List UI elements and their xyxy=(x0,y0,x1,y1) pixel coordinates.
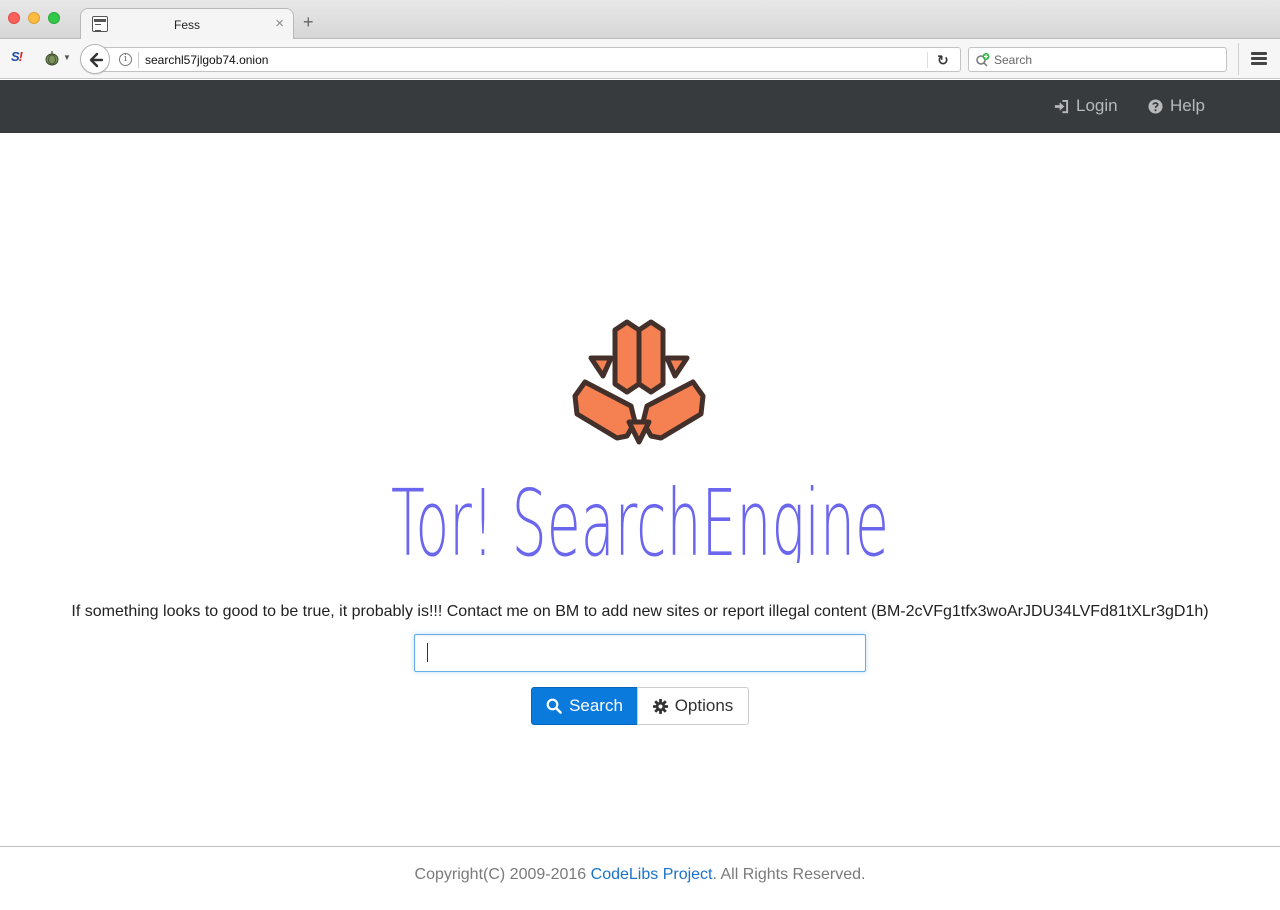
zoom-window-button[interactable] xyxy=(48,12,60,24)
arrow-left-icon xyxy=(89,52,104,68)
browser-search-box[interactable] xyxy=(968,47,1227,72)
footer-divider xyxy=(0,846,1280,847)
menu-icon[interactable] xyxy=(1251,52,1267,66)
search-input[interactable] xyxy=(414,634,866,672)
question-circle-icon xyxy=(1148,98,1163,114)
footer: Copyright(C) 2009-2016 CodeLibs Project.… xyxy=(0,866,1280,884)
brand-title-text: Tor! SearchEngine xyxy=(391,477,889,563)
site-navbar: Login Help xyxy=(0,80,1280,133)
browser-tab[interactable]: Fess × xyxy=(80,8,294,40)
minimize-window-button[interactable] xyxy=(28,12,40,24)
tab-close-icon[interactable]: × xyxy=(275,15,284,33)
sign-in-icon xyxy=(1054,99,1069,113)
notice-text: If something looks to good to be true, i… xyxy=(71,603,1209,620)
options-button-label: Options xyxy=(674,696,734,715)
url-text[interactable]: searchl57jlgob74.onion xyxy=(145,53,268,67)
search-engine-icon[interactable] xyxy=(975,52,991,68)
search-button-label: Search xyxy=(569,696,623,715)
tab-title: Fess xyxy=(173,18,200,32)
close-window-button[interactable] xyxy=(8,12,20,24)
chevron-down-icon[interactable]: ▼ xyxy=(63,53,71,62)
options-button[interactable]: Options xyxy=(637,687,749,725)
search-icon xyxy=(546,698,562,714)
back-button[interactable] xyxy=(80,44,110,74)
login-label: Login xyxy=(1076,96,1118,115)
url-bar[interactable]: i searchl57jlgob74.onion ↻ xyxy=(100,47,961,72)
login-link[interactable]: Login xyxy=(1054,96,1118,116)
help-link[interactable]: Help xyxy=(1148,96,1205,116)
browser-search-input[interactable] xyxy=(994,52,1219,68)
browser-toolbar: S! ▼ i searchl57jlgob74.onion ↻ xyxy=(0,39,1280,79)
text-cursor xyxy=(427,643,428,662)
help-label: Help xyxy=(1170,96,1205,115)
search-button[interactable]: Search xyxy=(531,687,638,725)
browser-tab-bar: Fess × + xyxy=(0,0,1280,40)
codelibs-link[interactable]: CodeLibs Project xyxy=(591,866,713,883)
url-divider xyxy=(138,52,139,68)
tor-onion-icon[interactable] xyxy=(44,50,60,66)
tor-searchengine-logo xyxy=(572,319,706,445)
gear-icon xyxy=(652,698,668,714)
security-extension-icon[interactable]: S! xyxy=(11,49,31,67)
reload-icon[interactable]: ↻ xyxy=(937,52,949,69)
toolbar-divider xyxy=(1238,43,1239,75)
new-tab-button[interactable]: + xyxy=(303,13,314,31)
copyright-suffix: . All Rights Reserved. xyxy=(712,866,866,883)
info-icon[interactable]: i xyxy=(119,53,132,66)
url-divider xyxy=(927,52,928,68)
brand-title: Tor! SearchEngine xyxy=(391,477,889,563)
copyright-prefix: Copyright(C) 2009-2016 xyxy=(414,866,591,883)
